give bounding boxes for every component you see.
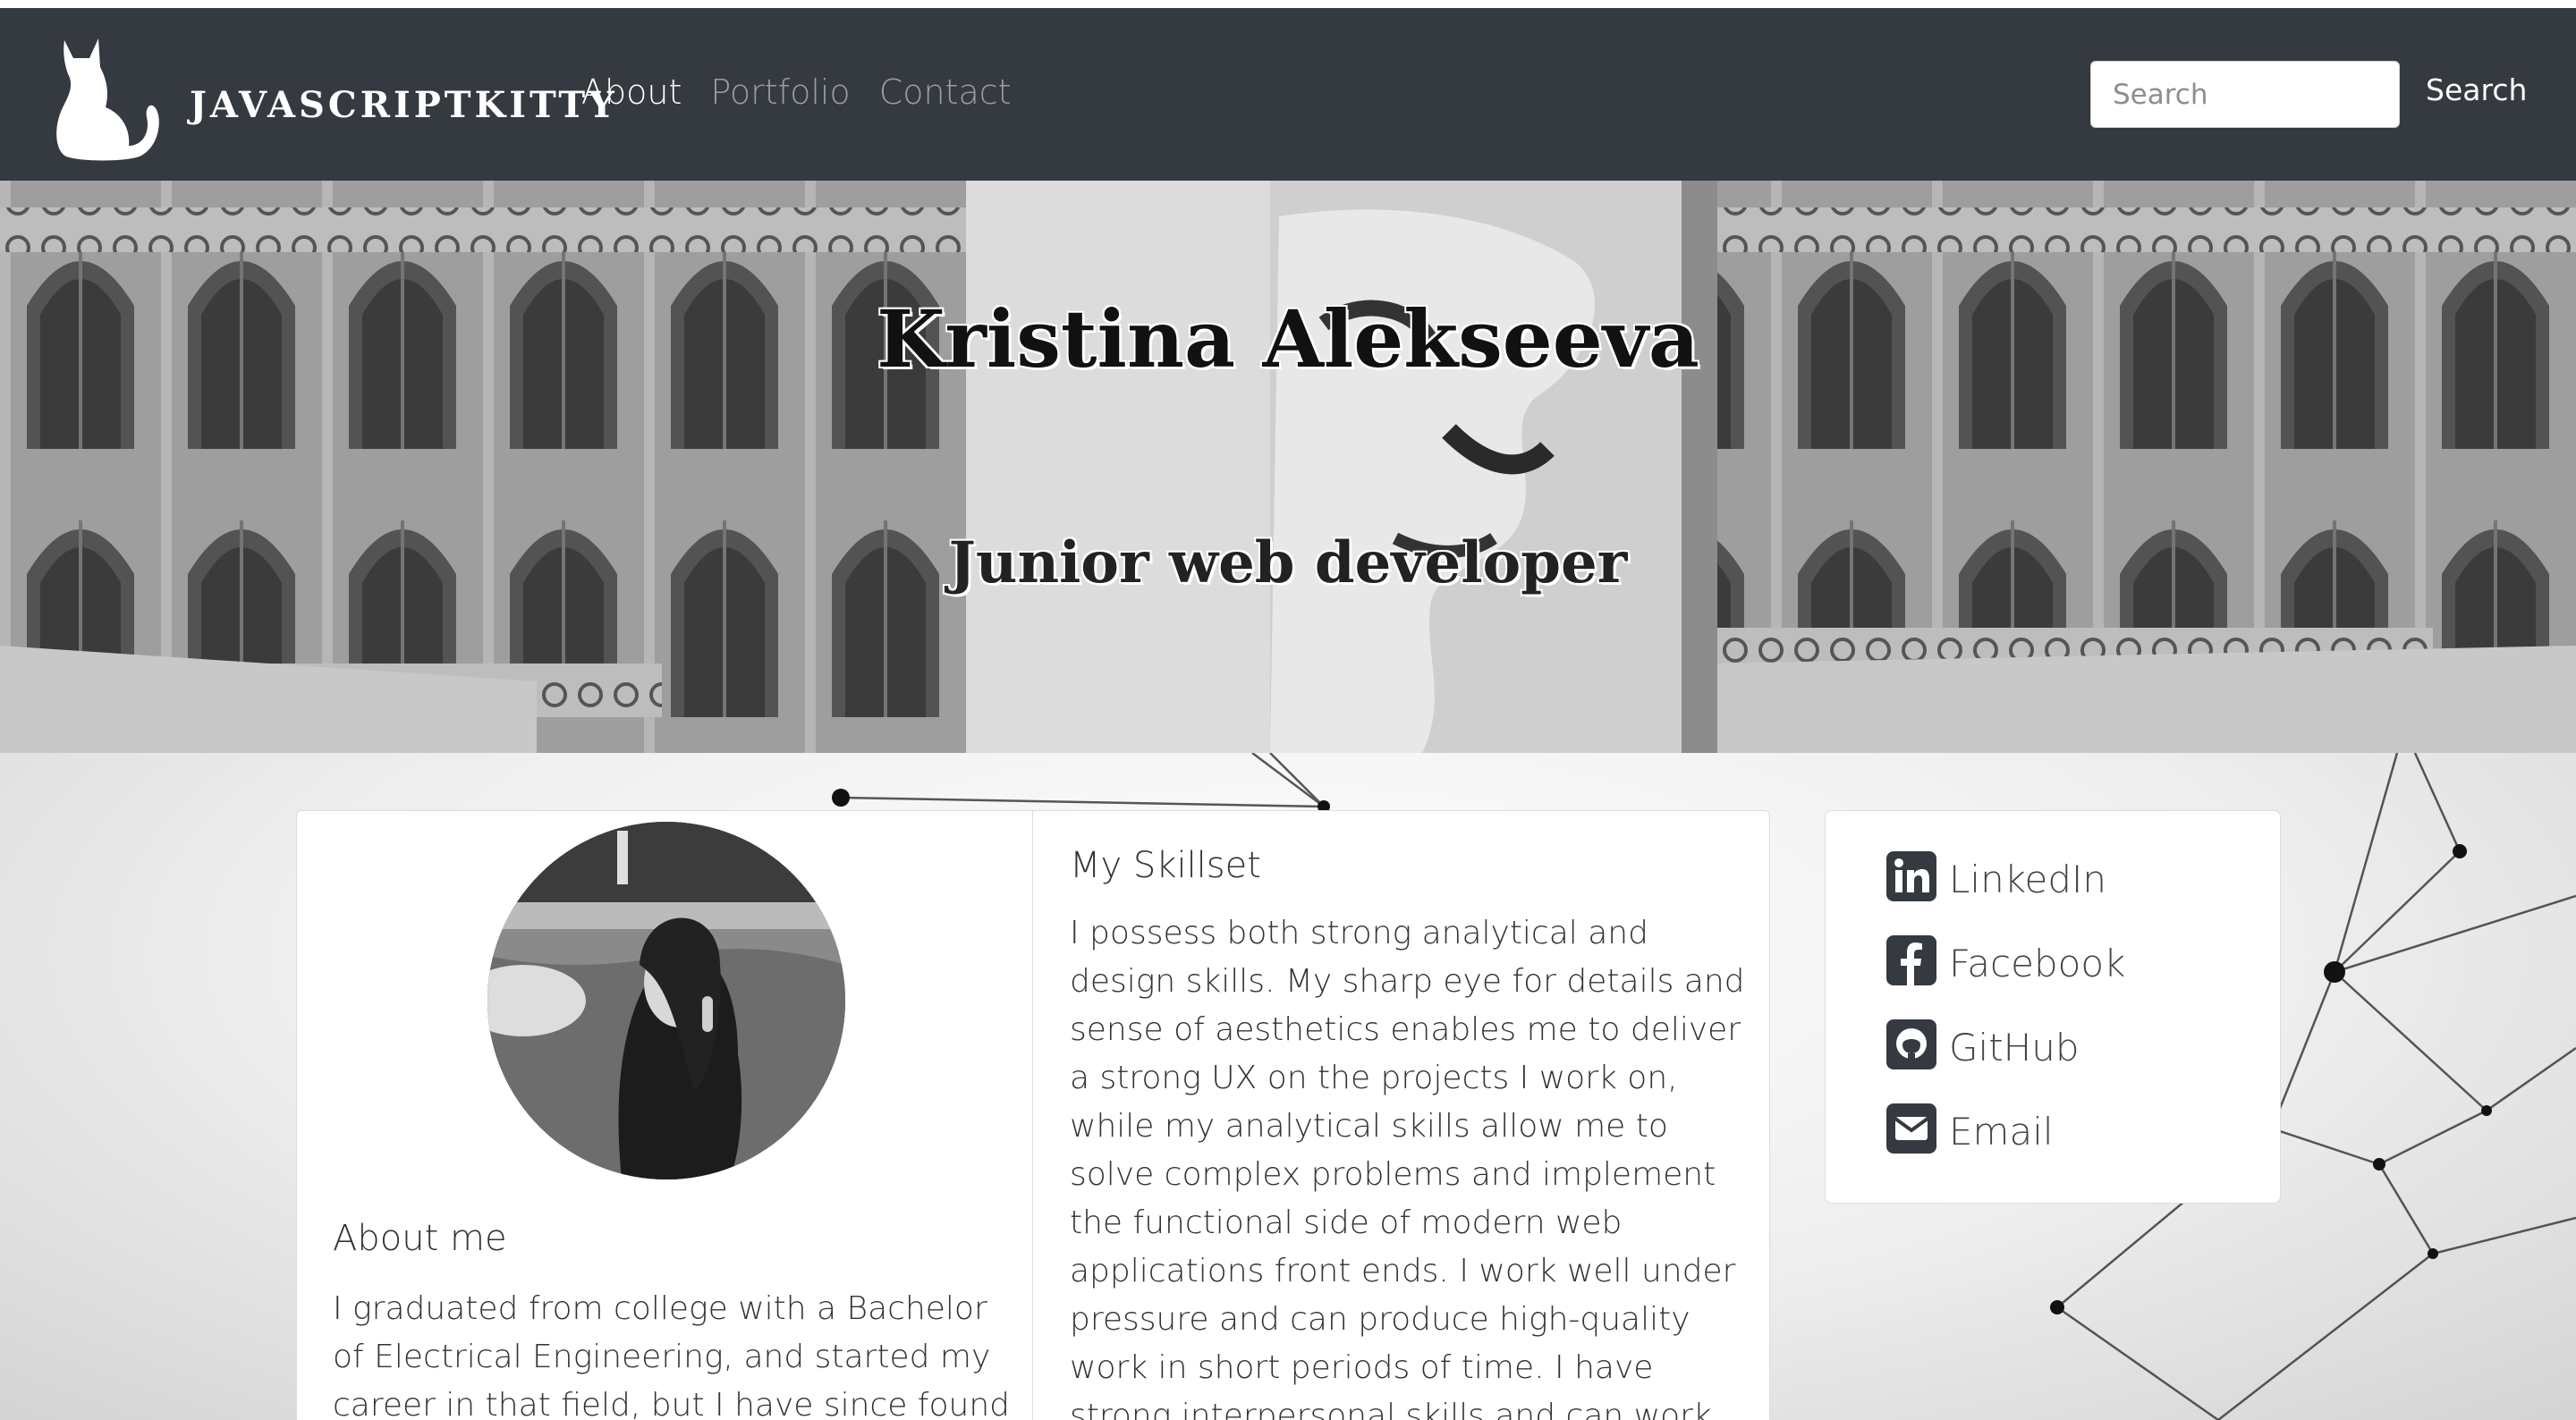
navbar: JAVASCRIPTKITTY About Portfolio Contact … xyxy=(0,8,2576,181)
skills-text: I possess both strong analytical and des… xyxy=(1070,915,1745,1420)
brand-name: JAVASCRIPTKITTY xyxy=(190,84,618,126)
social-link-facebook[interactable]: Facebook xyxy=(1886,934,2125,985)
about-title: About me xyxy=(333,1218,507,1259)
social-links-card: LinkedIn Facebook GitHub Email xyxy=(1825,810,2281,1204)
social-link-linkedin[interactable]: LinkedIn xyxy=(1886,850,2106,901)
nav-link-about[interactable]: About xyxy=(581,72,682,112)
brand-link[interactable]: JAVASCRIPTKITTY xyxy=(54,31,618,161)
social-label-linkedin: LinkedIn xyxy=(1949,858,2107,901)
hero-title: Kristina Alekseeva xyxy=(877,292,1699,385)
facebook-icon xyxy=(1886,934,1936,985)
cat-logo-icon xyxy=(56,38,159,161)
top-strip xyxy=(0,0,2576,8)
hero-banner: Kristina Alekseeva Junior web developer xyxy=(0,181,2576,753)
avatar xyxy=(487,822,845,1179)
hero-background-image xyxy=(0,181,2576,753)
social-link-github[interactable]: GitHub xyxy=(1886,1019,2080,1069)
about-card: About me I graduated from college with a… xyxy=(296,810,1770,1420)
nav-links: About Portfolio Contact xyxy=(581,72,1012,112)
github-icon xyxy=(1886,1019,1936,1069)
linkedin-icon xyxy=(1886,850,1936,901)
social-label-facebook: Facebook xyxy=(1949,942,2126,985)
hero-subtitle: Junior web developer xyxy=(948,529,1628,596)
social-link-email[interactable]: Email xyxy=(1886,1103,2054,1154)
column-divider xyxy=(1032,811,1033,1420)
social-label-github: GitHub xyxy=(1949,1026,2080,1069)
social-label-email: Email xyxy=(1949,1110,2054,1154)
about-text: I graduated from college with a Bachelor… xyxy=(333,1290,1010,1420)
email-icon xyxy=(1886,1103,1936,1154)
search-button[interactable]: Search xyxy=(2426,72,2527,107)
search-input[interactable] xyxy=(2090,61,2400,128)
profile-photo xyxy=(487,822,845,1179)
skills-title: My Skillset xyxy=(1070,845,1261,886)
nav-link-contact[interactable]: Contact xyxy=(879,72,1012,112)
nav-link-portfolio[interactable]: Portfolio xyxy=(710,72,850,112)
